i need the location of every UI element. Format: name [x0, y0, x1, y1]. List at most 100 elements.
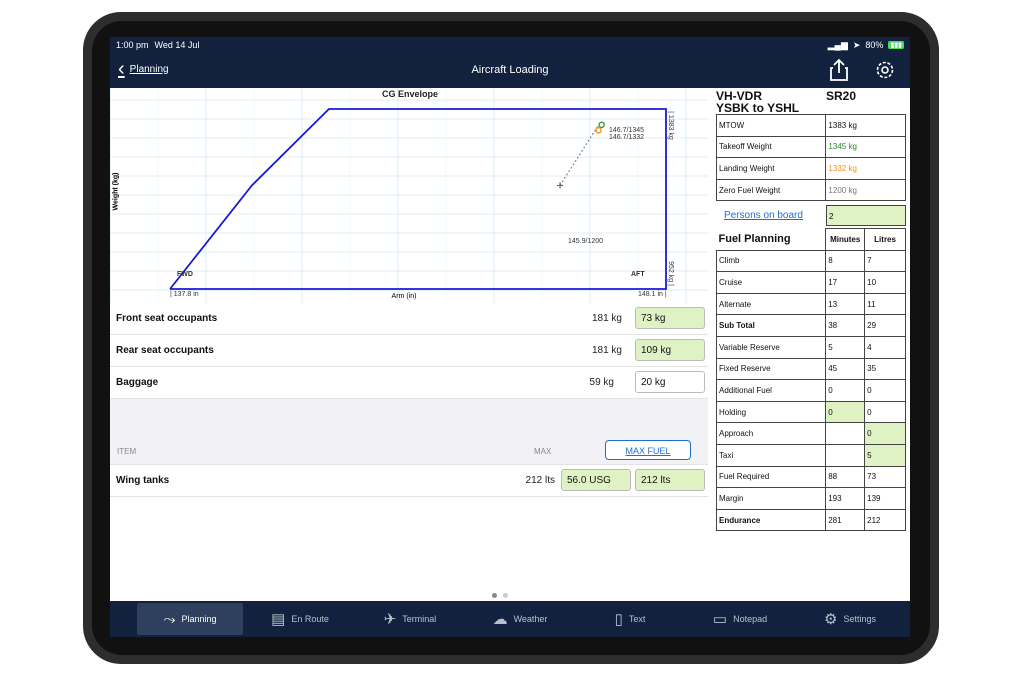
baggage-input[interactable]: 20 kg	[635, 371, 705, 393]
wing-tanks-usg-input[interactable]: 56.0 USG	[561, 469, 631, 491]
share-button[interactable]	[828, 58, 850, 87]
weight-label: MTOW	[715, 114, 827, 137]
item-column-header: ITEM	[117, 447, 137, 456]
weight-label: Takeoff Weight	[715, 135, 827, 159]
fuel-row-label: Additional Fuel	[715, 379, 827, 402]
tab-settings[interactable]: ⚙ Settings	[797, 603, 903, 635]
status-bar: 1:00 pm Wed 14 Jul ▂▄▆ ➤ 80% ▮▮▮	[110, 37, 910, 53]
fuel-planning-row: Climb 8 7	[715, 249, 906, 273]
fuel-row-litres: 7	[864, 249, 906, 273]
fuel-row-label: Fixed Reserve	[715, 357, 827, 381]
fuel-planning-row: Endurance 281 212	[715, 508, 906, 532]
tab-terminal[interactable]: ✈ Terminal	[357, 603, 463, 635]
fuel-planning-title: Fuel Planning	[716, 228, 827, 251]
tab-notepad[interactable]: ▭ Notepad	[687, 603, 793, 635]
tab-text[interactable]: ▯ Text	[577, 603, 683, 635]
fuel-row-minutes: 45	[825, 357, 866, 381]
fuel-row-label: Taxi	[715, 443, 827, 467]
envelope-line	[169, 108, 667, 290]
battery-percent: 80%	[865, 40, 884, 50]
tab-en-route[interactable]: ▤ En Route	[247, 603, 353, 635]
chart-title: CG Envelope	[381, 89, 438, 99]
fuel-planning-row: Variable Reserve 5 4	[715, 335, 906, 359]
x-max-label: 148.1 in |	[638, 291, 667, 298]
fuel-row-minutes: 5	[825, 335, 866, 359]
fuel-row-label: Variable Reserve	[715, 335, 827, 359]
tab-label: Terminal	[402, 614, 437, 624]
row-label: Wing tanks	[116, 475, 170, 486]
loading-list: Front seat occupants 181 kg 73 kg Rear s…	[110, 303, 708, 497]
fuel-row-litres[interactable]: 5	[864, 443, 906, 467]
tab-weather[interactable]: ☁ Weather	[467, 603, 573, 635]
y-axis-label: Weight (kg)	[112, 172, 120, 211]
max-fuel-button[interactable]: MAX FUEL	[605, 440, 691, 460]
tab-planning[interactable]: ⤳ Planning	[137, 603, 243, 635]
persons-on-board-input[interactable]: 2	[826, 205, 906, 226]
page-title: Aircraft Loading	[471, 64, 549, 76]
fuel-row-litres: 35	[864, 357, 906, 381]
row-max: 181 kg	[591, 345, 622, 356]
weight-value: 1200 kg	[825, 178, 906, 202]
route-icon: ⤳	[163, 610, 176, 628]
fuel-row-minutes: 13	[825, 292, 866, 316]
cloud-icon: ☁	[492, 611, 508, 628]
fuel-row-minutes: 38	[825, 314, 866, 337]
fuel-planning-row: Taxi 5	[715, 443, 906, 467]
fuel-row-litres[interactable]: 0	[864, 422, 906, 445]
y-min-label: 952 kg |	[666, 261, 674, 286]
y-max-label: | 1383 kg	[666, 111, 674, 140]
wing-tanks-litres-input[interactable]: 212 lts	[635, 469, 705, 491]
weight-label: Landing Weight	[715, 157, 827, 180]
fuel-row-label: Alternate	[715, 292, 827, 316]
fuel-row-label: Climb	[715, 249, 827, 273]
fuel-row-label: Sub Total	[715, 314, 827, 337]
signal-icon: ▂▄▆	[827, 39, 848, 50]
fuel-row-label: Approach	[715, 422, 827, 445]
fuel-row-litres: 73	[864, 465, 906, 489]
fuel-row-litres: 11	[864, 292, 906, 316]
weight-value: 1383 kg	[825, 114, 906, 137]
tab-label: Notepad	[733, 614, 768, 624]
fuel-row-label: Endurance	[715, 508, 827, 532]
max-column-header: MAX	[534, 447, 552, 456]
fuel-row-litres: 0	[864, 400, 906, 424]
fuel-row-label: Holding	[715, 400, 827, 424]
map-icon: ▤	[271, 611, 286, 628]
landing-point	[595, 126, 602, 134]
fuel-row-minutes: 8	[825, 249, 866, 273]
nav-bar: ‹ Planning Aircraft Loading	[110, 53, 910, 88]
airplane-icon: ✈	[383, 611, 397, 628]
weight-value: 1345 kg	[825, 135, 906, 159]
fuel-row-litres: 29	[864, 314, 906, 337]
fuel-row-minutes	[825, 443, 866, 467]
page-dot	[503, 593, 508, 598]
fuel-planning-row: Additional Fuel 0 0	[715, 379, 906, 402]
minutes-column-header: Minutes	[825, 228, 866, 251]
fuel-row-litres: 212	[864, 508, 906, 532]
section-spacer	[110, 399, 708, 437]
fuel-row-minutes: 17	[825, 271, 866, 294]
settings-button[interactable]	[874, 59, 896, 86]
fuel-planning-row: Cruise 17 10	[715, 271, 906, 294]
weight-label: Zero Fuel Weight	[715, 178, 827, 202]
fuel-row-litres: 10	[864, 271, 906, 294]
loading-row-baggage: Baggage 59 kg 20 kg	[110, 367, 708, 399]
persons-on-board-link[interactable]: Persons on board	[724, 210, 803, 221]
fuel-planning-row: Alternate 13 11	[715, 292, 906, 316]
battery-icon: ▮▮▮	[888, 41, 904, 49]
page-dot	[492, 593, 497, 598]
front-seat-input[interactable]: 73 kg	[635, 307, 705, 329]
fuel-row-minutes: 0	[825, 379, 866, 402]
row-label: Rear seat occupants	[116, 345, 214, 356]
status-date: Wed 14 Jul	[154, 40, 200, 50]
fuel-planning-row: Margin 193 139	[715, 487, 906, 510]
share-icon	[830, 58, 848, 81]
tab-label: Weather	[513, 614, 548, 624]
rear-seat-input[interactable]: 109 kg	[635, 339, 705, 361]
aft-label: AFT	[631, 271, 645, 278]
fuel-planning-row: Approach 0	[715, 422, 906, 445]
location-icon: ➤	[852, 39, 861, 50]
loading-row-front-seat: Front seat occupants 181 kg 73 kg	[110, 303, 708, 335]
weights-row: Landing Weight 1332 kg	[715, 157, 906, 180]
fuel-row-minutes[interactable]: 0	[825, 400, 866, 424]
